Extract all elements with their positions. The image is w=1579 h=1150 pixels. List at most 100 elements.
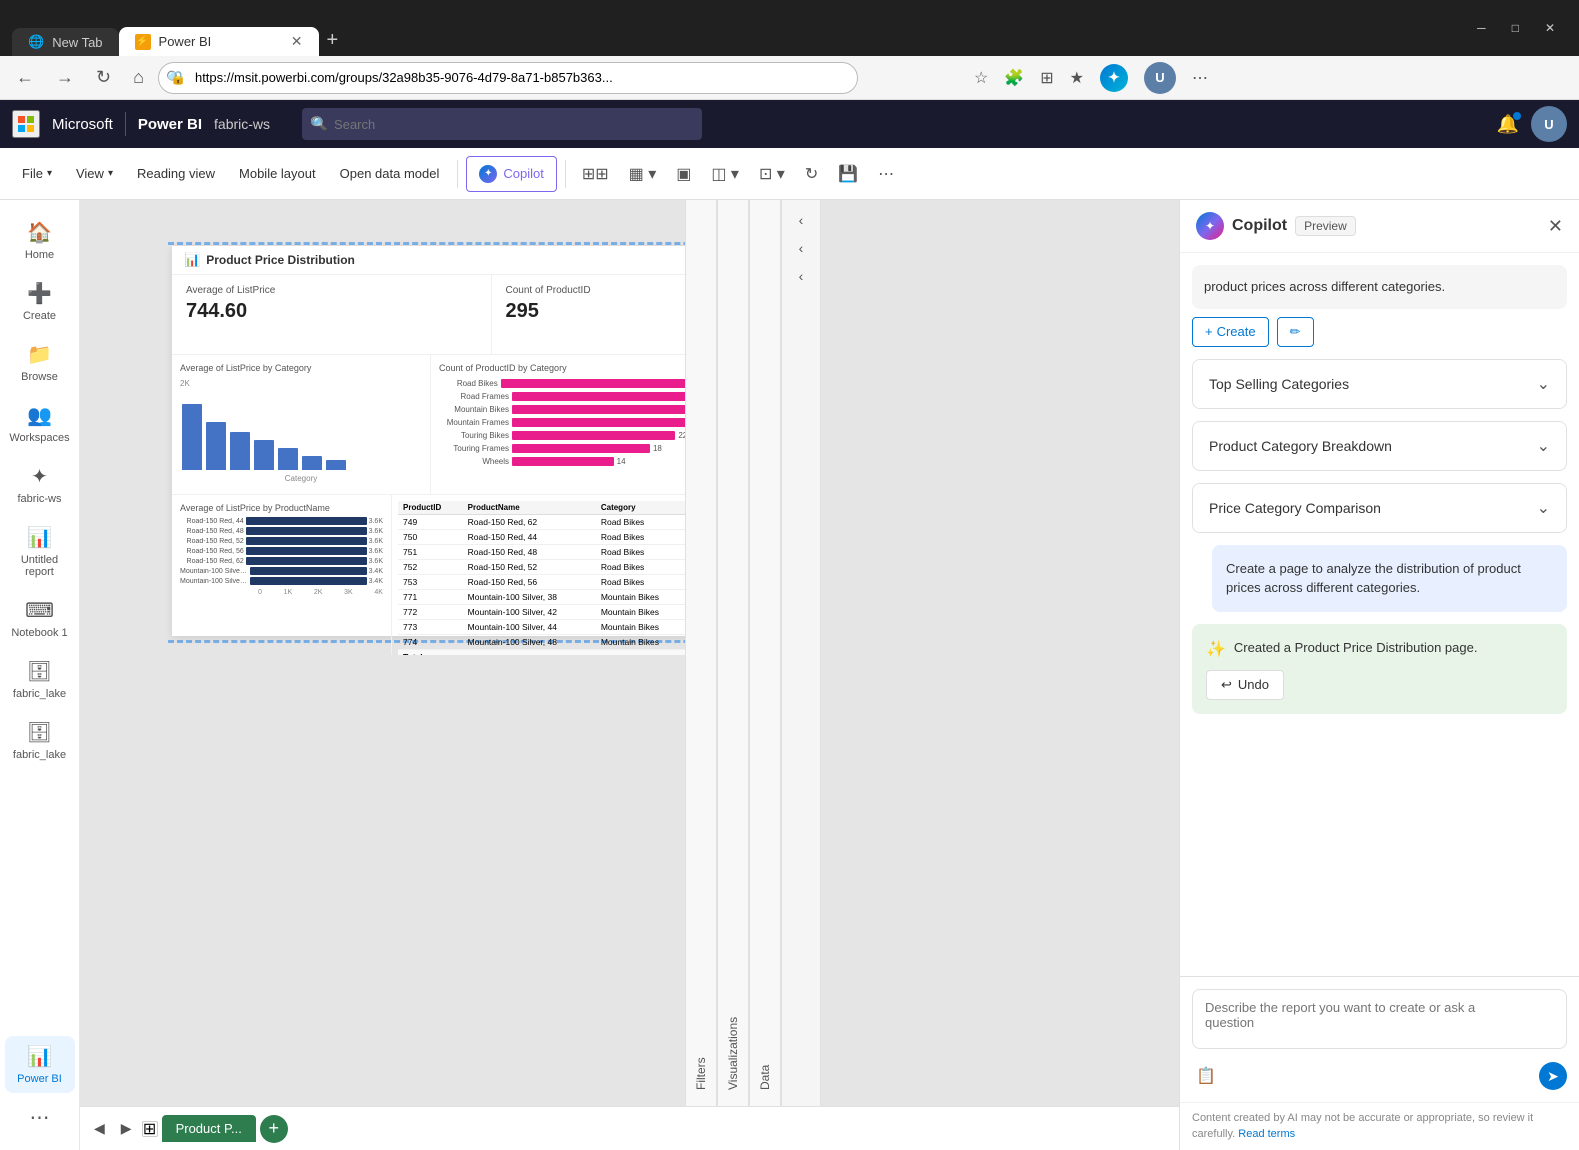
clipboard-button[interactable]: 📋 bbox=[1192, 1062, 1220, 1090]
read-terms-link[interactable]: Read terms bbox=[1238, 1128, 1295, 1140]
send-button[interactable]: ➤ bbox=[1539, 1062, 1567, 1090]
notification-button[interactable]: 🔔 bbox=[1497, 114, 1519, 135]
prod-val-0: 3.6K bbox=[369, 518, 383, 525]
refresh-button[interactable]: ↻ bbox=[797, 156, 826, 192]
copilot-edge-button[interactable]: ✦ bbox=[1094, 58, 1134, 98]
page-nav-forward[interactable]: ▶ bbox=[115, 1116, 138, 1141]
sidebar-item-workspaces[interactable]: 👥 Workspaces bbox=[5, 395, 75, 452]
visual-title-icon: 📊 bbox=[184, 252, 200, 268]
extensions-button[interactable]: 🧩 bbox=[998, 58, 1030, 98]
create-button[interactable]: + Create bbox=[1192, 317, 1269, 347]
copilot-input-field[interactable] bbox=[1192, 989, 1567, 1049]
data-panel-tab[interactable]: Data bbox=[749, 200, 781, 1106]
sidebar-item-untitled-report[interactable]: 📊 Untitled report bbox=[5, 517, 75, 586]
user-profile-button[interactable]: U bbox=[1138, 58, 1182, 98]
favorites-button[interactable]: ☆ bbox=[968, 58, 994, 98]
copilot-close-button[interactable]: ✕ bbox=[1548, 216, 1563, 237]
td-id-4: 753 bbox=[398, 575, 463, 590]
tab-title: Power BI bbox=[159, 34, 212, 49]
search-icon: 🔍 bbox=[312, 116, 328, 132]
reading-view-label: Reading view bbox=[137, 166, 215, 181]
appbar-search-input[interactable] bbox=[302, 108, 702, 140]
file-menu-button[interactable]: File ▾ bbox=[12, 156, 62, 192]
browser-more-button[interactable]: ⋯ bbox=[1186, 58, 1214, 98]
favorites-bar-button[interactable]: ★ bbox=[1064, 58, 1090, 98]
ribbon-icon-1[interactable]: ⊞⊞ bbox=[574, 156, 617, 192]
prod-bar-0 bbox=[246, 517, 367, 525]
sidebar-item-powerbi[interactable]: 📊 Power BI bbox=[5, 1036, 75, 1093]
context-text: product prices across different categori… bbox=[1204, 279, 1445, 294]
td-id-3: 752 bbox=[398, 560, 463, 575]
sidebar-item-notebook[interactable]: ⌨ Notebook 1 bbox=[5, 590, 75, 647]
browse-icon: 📁 bbox=[27, 342, 52, 367]
ribbon-icon-5[interactable]: ⊡ ▾ bbox=[751, 156, 793, 192]
accordion-chevron-0: ⌄ bbox=[1537, 374, 1550, 394]
accordion-header-product-category[interactable]: Product Category Breakdown ⌄ bbox=[1193, 422, 1566, 470]
view-menu-button[interactable]: View ▾ bbox=[66, 156, 123, 192]
sidebar-item-fabriclake1[interactable]: 🗄 fabric_lake bbox=[5, 651, 75, 708]
filters-panel-tab[interactable]: Filters bbox=[685, 200, 717, 1106]
metric1-label: Average of ListPrice bbox=[186, 285, 477, 296]
mobile-layout-button[interactable]: Mobile layout bbox=[229, 156, 326, 192]
page-nav-back[interactable]: ◀ bbox=[88, 1116, 111, 1141]
sidebar-item-fabriclake2[interactable]: 🗄 fabric_lake bbox=[5, 712, 75, 769]
add-page-button[interactable]: + bbox=[260, 1115, 288, 1143]
reload-button[interactable]: ↻ bbox=[88, 63, 119, 92]
close-window-button[interactable]: ✕ bbox=[1533, 17, 1567, 39]
td-id-7: 773 bbox=[398, 620, 463, 635]
open-data-model-button[interactable]: Open data model bbox=[330, 156, 450, 192]
copilot-ribbon-button[interactable]: ✦ Copilot bbox=[466, 156, 556, 192]
collapse-data-button[interactable]: ‹ bbox=[795, 264, 808, 288]
collapse-viz-button[interactable]: ‹ bbox=[795, 236, 808, 260]
sidebar-item-create[interactable]: ➕ Create bbox=[5, 273, 75, 330]
page-tab-label-wrap[interactable]: Product P... bbox=[162, 1115, 256, 1142]
sidebar-item-fabricws[interactable]: ✦ fabric-ws bbox=[5, 456, 75, 513]
back-button[interactable]: ← bbox=[8, 63, 42, 92]
sidebar-item-home[interactable]: 🏠 Home bbox=[5, 212, 75, 269]
prod-hbar-2: Road-150 Red, 52 3.6K bbox=[180, 537, 383, 545]
td-id-2: 751 bbox=[398, 545, 463, 560]
visualizations-panel-tab[interactable]: Visualizations bbox=[717, 200, 749, 1106]
tab-active[interactable]: ⚡ Power BI ✕ bbox=[119, 27, 319, 56]
th-productname: ProductName bbox=[463, 501, 596, 515]
new-tab-button[interactable]: + bbox=[319, 25, 347, 56]
address-bar-wrap: 🔒 bbox=[158, 62, 958, 94]
home-button[interactable]: ⌂ bbox=[125, 63, 152, 92]
tab-close-btn[interactable]: ✕ bbox=[291, 33, 303, 50]
save-button[interactable]: 💾 bbox=[830, 156, 866, 192]
bar-1 bbox=[182, 404, 202, 470]
accordion-header-price-category[interactable]: Price Category Comparison ⌄ bbox=[1193, 484, 1566, 532]
minimize-button[interactable]: ─ bbox=[1465, 17, 1498, 39]
action-buttons: + Create ✏ bbox=[1192, 317, 1567, 347]
page-tab-product[interactable]: ⊞ Product P... bbox=[142, 1115, 256, 1142]
user-avatar[interactable]: U bbox=[1531, 106, 1567, 142]
copilot-title: Copilot bbox=[1232, 217, 1287, 235]
sidebar-more-button[interactable]: ⋯ bbox=[22, 1097, 58, 1138]
undo-button[interactable]: ↩ Undo bbox=[1206, 670, 1284, 700]
maximize-button[interactable]: □ bbox=[1500, 17, 1531, 39]
tab-inactive[interactable]: 🌐 New Tab bbox=[12, 28, 119, 56]
metric1-value: 744.60 bbox=[186, 300, 477, 323]
reading-view-button[interactable]: Reading view bbox=[127, 156, 225, 192]
appbar-divider bbox=[125, 112, 126, 136]
more-options-button[interactable]: ⋯ bbox=[870, 156, 902, 192]
sidebar-lake2-label: fabric_lake bbox=[13, 749, 66, 761]
ribbon-icon-2[interactable]: ▦ ▾ bbox=[621, 156, 665, 192]
sidebar-item-browse[interactable]: 📁 Browse bbox=[5, 334, 75, 391]
forward-button[interactable]: → bbox=[48, 63, 82, 92]
ms-sq-blue bbox=[18, 125, 25, 132]
th-productid: ProductID bbox=[398, 501, 463, 515]
accordion-header-top-selling[interactable]: Top Selling Categories ⌄ bbox=[1193, 360, 1566, 408]
split-view-button[interactable]: ⊞ bbox=[1034, 58, 1059, 98]
user-message-text: Create a page to analyze the distributio… bbox=[1226, 561, 1521, 596]
waffle-menu-button[interactable] bbox=[12, 110, 40, 138]
sidebar-report-label: Untitled report bbox=[11, 554, 69, 578]
copilot-footer: Content created by AI may not be accurat… bbox=[1180, 1102, 1579, 1150]
address-input[interactable] bbox=[158, 62, 858, 94]
collapse-filters-button[interactable]: ‹ bbox=[795, 208, 808, 232]
ribbon-icon-4[interactable]: ◫ ▾ bbox=[703, 156, 747, 192]
ribbon-icon-3[interactable]: ▣ bbox=[668, 156, 699, 192]
create-plus-icon: + bbox=[1205, 324, 1213, 339]
edit-button[interactable]: ✏ bbox=[1277, 317, 1314, 347]
prod-bar-4 bbox=[246, 557, 367, 565]
